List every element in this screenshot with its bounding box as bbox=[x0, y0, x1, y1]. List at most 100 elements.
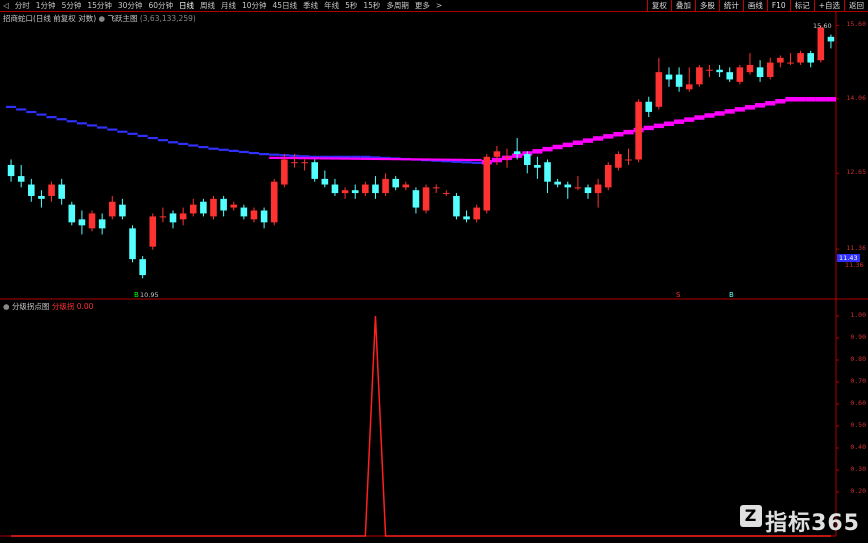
ma-blue-segment bbox=[26, 110, 37, 114]
candle-body bbox=[463, 216, 470, 220]
candle-body bbox=[807, 53, 814, 63]
ma-blue-segment bbox=[117, 130, 128, 133]
ma-magenta-segment bbox=[441, 158, 452, 161]
candle-body bbox=[28, 184, 35, 196]
ma-blue-segment bbox=[56, 118, 67, 121]
candle-body bbox=[685, 84, 693, 90]
ma-blue-segment bbox=[147, 136, 158, 140]
ma-magenta-segment bbox=[623, 129, 634, 135]
sell-marker: S bbox=[676, 291, 681, 299]
candle-body bbox=[311, 162, 319, 179]
candle-body bbox=[523, 154, 531, 165]
candle-body bbox=[513, 151, 521, 155]
candle-body bbox=[220, 198, 227, 211]
candle-body bbox=[493, 151, 501, 157]
candle-body bbox=[281, 159, 288, 185]
candle-body bbox=[706, 69, 713, 71]
ma-magenta-segment bbox=[461, 158, 472, 162]
ma-blue-segment bbox=[157, 139, 168, 142]
ma-blue-segment bbox=[471, 161, 482, 164]
candle-body bbox=[240, 207, 248, 217]
candle-body bbox=[412, 190, 420, 208]
ma-magenta-segment bbox=[805, 97, 816, 102]
candle-body bbox=[88, 213, 96, 229]
watermark: Z 指标365 bbox=[740, 505, 860, 537]
candle-body bbox=[635, 101, 642, 160]
candle-body bbox=[189, 204, 197, 214]
ma-blue-segment bbox=[218, 148, 229, 151]
price-tick-label: 15.60 bbox=[846, 20, 866, 29]
ma-blue-segment bbox=[46, 116, 57, 119]
candle-body bbox=[736, 67, 744, 82]
candle-body bbox=[331, 184, 339, 194]
candle-body bbox=[787, 62, 794, 64]
candle-body bbox=[443, 193, 450, 195]
ma-magenta-segment bbox=[643, 125, 654, 131]
ma-blue-segment bbox=[86, 124, 98, 127]
ma-magenta-segment bbox=[380, 157, 391, 161]
ma-magenta-segment bbox=[360, 157, 371, 160]
indicator-tick-label: 0.30 bbox=[850, 465, 866, 473]
ma-magenta-segment bbox=[825, 97, 836, 102]
ma-blue-segment bbox=[259, 153, 270, 156]
candle-body bbox=[270, 181, 278, 223]
candle-body bbox=[321, 178, 329, 185]
candle-body bbox=[503, 156, 511, 158]
ma-magenta-segment bbox=[421, 158, 432, 161]
ma-blue-segment bbox=[66, 120, 77, 123]
candle-body bbox=[797, 53, 804, 63]
ma-magenta-segment bbox=[532, 149, 543, 154]
candle-body bbox=[179, 213, 187, 220]
buy-marker: B bbox=[134, 291, 139, 299]
candle-body bbox=[17, 176, 25, 182]
candle-body bbox=[38, 195, 45, 199]
ma-magenta-segment bbox=[603, 134, 614, 139]
chart-canvas[interactable] bbox=[0, 0, 868, 543]
ma-magenta-segment bbox=[815, 97, 826, 102]
buy-marker-2: B bbox=[729, 291, 734, 299]
ma-blue-segment bbox=[167, 141, 179, 144]
candle-body bbox=[48, 184, 55, 196]
candle-body bbox=[827, 36, 835, 42]
ma-blue-segment bbox=[461, 161, 472, 164]
ma-blue-segment bbox=[269, 153, 280, 156]
ma-magenta-segment bbox=[340, 157, 351, 160]
ma-magenta-segment bbox=[329, 157, 341, 160]
candle-body bbox=[817, 27, 825, 61]
current-price-tag-2: 11.36 bbox=[845, 261, 864, 269]
candle-body bbox=[362, 184, 369, 194]
ma-magenta-segment bbox=[765, 101, 776, 106]
candle-body bbox=[716, 69, 723, 73]
candle-body bbox=[655, 72, 663, 107]
candle-body bbox=[351, 190, 359, 194]
ma-magenta-segment bbox=[319, 157, 330, 160]
ma-blue-segment bbox=[238, 150, 249, 154]
ma-blue-segment bbox=[228, 149, 239, 152]
ma-magenta-segment bbox=[400, 158, 411, 161]
candle-body bbox=[766, 62, 774, 78]
watermark-text: 指标365 bbox=[765, 511, 860, 536]
ma-magenta-segment bbox=[269, 156, 280, 159]
candle-body bbox=[129, 228, 136, 260]
ma-magenta-segment bbox=[370, 157, 381, 161]
candle-body bbox=[564, 184, 572, 188]
ma-blue-segment bbox=[107, 128, 118, 131]
ma-magenta-segment bbox=[714, 111, 725, 116]
ma-blue-segment bbox=[137, 134, 148, 138]
ma-magenta-segment bbox=[471, 158, 482, 162]
candle-body bbox=[675, 74, 683, 87]
ma-magenta-segment bbox=[755, 103, 766, 108]
candle-body bbox=[301, 162, 308, 164]
candle-body bbox=[250, 210, 258, 220]
ma-magenta-segment bbox=[572, 140, 583, 145]
ma-blue-segment bbox=[360, 155, 371, 158]
ma-blue-segment bbox=[127, 132, 138, 135]
indicator-tick-label: 1.00 bbox=[850, 311, 866, 319]
high-price-label: 15.60 bbox=[813, 22, 832, 30]
indicator-tick-label: 0.80 bbox=[850, 355, 866, 363]
candle-body bbox=[625, 159, 632, 161]
candle-body bbox=[756, 67, 764, 78]
ma-blue-segment bbox=[97, 126, 108, 129]
ma-magenta-segment bbox=[309, 157, 320, 160]
ma-blue-segment bbox=[208, 147, 219, 150]
